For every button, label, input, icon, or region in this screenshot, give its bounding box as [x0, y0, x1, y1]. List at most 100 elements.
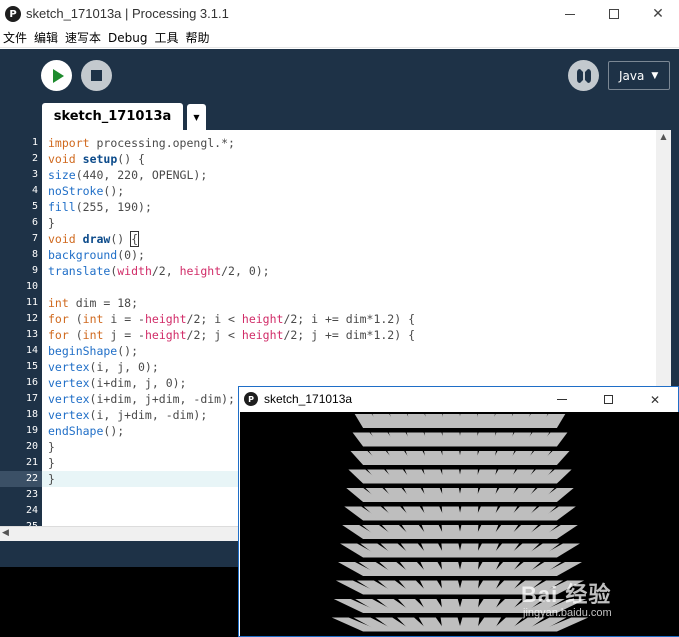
sketch-close-button[interactable]: ✕ [632, 387, 678, 412]
code-token: height [179, 264, 222, 278]
code-line: vertex(i+dim, j, 0); [48, 375, 186, 391]
sketch-canvas[interactable] [240, 412, 679, 636]
code-token: int [82, 312, 104, 326]
code-token: void [48, 152, 76, 166]
code-line: for (int j = -height/2; j < height/2; j … [48, 327, 415, 343]
code-token: (255, 190); [75, 200, 152, 214]
menu-tools[interactable]: 工具 [152, 29, 183, 46]
code-token: dim = 18; [68, 296, 139, 310]
code-token: ( [68, 328, 83, 342]
code-token: /2, [151, 264, 180, 278]
scroll-up-icon[interactable]: ▲ [656, 132, 671, 144]
run-button[interactable] [41, 60, 72, 91]
tab-bar: sketch_171013a ▼ [0, 103, 679, 130]
code-token: translate [48, 264, 111, 278]
menu-edit[interactable]: 编辑 [31, 29, 62, 46]
sketch-minimize-button[interactable] [539, 387, 585, 412]
sketch-quad [441, 580, 462, 595]
code-token: /2; i += dim*1.2) { [283, 312, 416, 326]
line-number: 23 [25, 489, 38, 500]
code-line: noStroke(); [48, 183, 124, 199]
code-line: endShape(); [48, 423, 124, 439]
sketch-maximize-button[interactable] [585, 387, 631, 412]
code-token: int [82, 328, 104, 342]
code-token: } [48, 472, 55, 486]
line-number: 8 [31, 249, 38, 260]
code-token: fill [48, 200, 76, 214]
line-number: 19 [25, 425, 38, 436]
line-number: 25 [2, 519, 38, 526]
code-token: for [48, 312, 69, 326]
sketch-quad [442, 451, 462, 465]
code-token: height [144, 312, 187, 326]
code-token: () { [117, 152, 145, 166]
code-token: int [48, 296, 69, 310]
title-bar: P sketch_171013a | Processing 3.1.1 ✕ [0, 0, 679, 28]
line-number-gutter: 1234567891011121314151617181920212223242… [0, 130, 42, 526]
scroll-left-icon[interactable]: ◀ [2, 528, 9, 538]
code-token: background [48, 248, 118, 262]
maximize-icon [603, 395, 613, 404]
code-token: /2, 0); [221, 264, 270, 278]
code-token: setup [82, 152, 118, 166]
code-token: ( [68, 312, 83, 326]
line-number: 1 [31, 137, 38, 148]
sketch-render [331, 414, 589, 632]
close-icon: ✕ [652, 6, 664, 22]
sketch-quad [441, 562, 462, 576]
code-token: (i+dim, j+dim, -dim); [89, 392, 235, 406]
menu-help[interactable]: 帮助 [183, 29, 214, 46]
mode-selector[interactable]: Java ▼ [608, 61, 670, 90]
sketch-quad [440, 617, 462, 632]
sketch-quad [441, 543, 462, 558]
code-token: (); [103, 184, 125, 198]
maximize-icon [609, 9, 619, 19]
tab-menu-button[interactable]: ▼ [187, 104, 206, 130]
code-line: size(440, 220, OPENGL); [48, 167, 207, 183]
debug-button[interactable] [568, 60, 599, 91]
code-token: import [48, 136, 90, 150]
menu-bar: 文件 编辑 速写本 Debug 工具 帮助 [0, 28, 679, 48]
sketch-quad [442, 469, 462, 484]
code-token: i = - [103, 312, 145, 326]
line-number: 16 [25, 377, 38, 388]
code-token: (i, j, 0); [89, 360, 159, 374]
sketch-window: P sketch_171013a ✕ [238, 386, 679, 637]
tab-sketch[interactable]: sketch_171013a [42, 103, 183, 130]
code-token: /2; j < [186, 328, 242, 342]
sketch-quad [425, 414, 446, 428]
menu-sketch[interactable]: 速写本 [62, 29, 105, 46]
line-number: 9 [31, 265, 38, 276]
minimize-icon [557, 399, 567, 400]
maximize-button[interactable] [592, 0, 636, 28]
sketch-quad [458, 469, 478, 484]
code-line: background(0); [48, 247, 145, 263]
stop-icon [91, 70, 102, 81]
sketch-quad [458, 488, 479, 502]
code-token: (i+dim, j, 0); [89, 376, 187, 390]
menu-debug[interactable]: Debug [105, 31, 151, 45]
minimize-button[interactable] [548, 0, 592, 28]
code-token: endShape [48, 424, 104, 438]
close-button[interactable]: ✕ [636, 0, 679, 28]
chevron-down-icon: ▼ [193, 112, 200, 122]
line-number: 5 [31, 201, 38, 212]
code-line: for (int i = -height/2; i < height/2; i … [48, 311, 415, 327]
code-line: vertex(i+dim, j+dim, -dim); [48, 391, 235, 407]
line-number: 21 [25, 457, 38, 468]
code-line: } [48, 471, 55, 487]
line-number: 15 [25, 361, 38, 372]
code-line: beginShape(); [48, 343, 138, 359]
code-token: j = - [103, 328, 145, 342]
minimize-icon [565, 13, 575, 15]
sketch-quad [458, 414, 478, 428]
line-number: 2 [31, 153, 38, 164]
menu-file[interactable]: 文件 [0, 29, 31, 46]
code-token: vertex [48, 408, 90, 422]
mode-label: Java [619, 68, 645, 83]
code-line: translate(width/2, height/2, 0); [48, 263, 270, 279]
code-token: height [241, 328, 284, 342]
stop-button[interactable] [81, 60, 112, 91]
